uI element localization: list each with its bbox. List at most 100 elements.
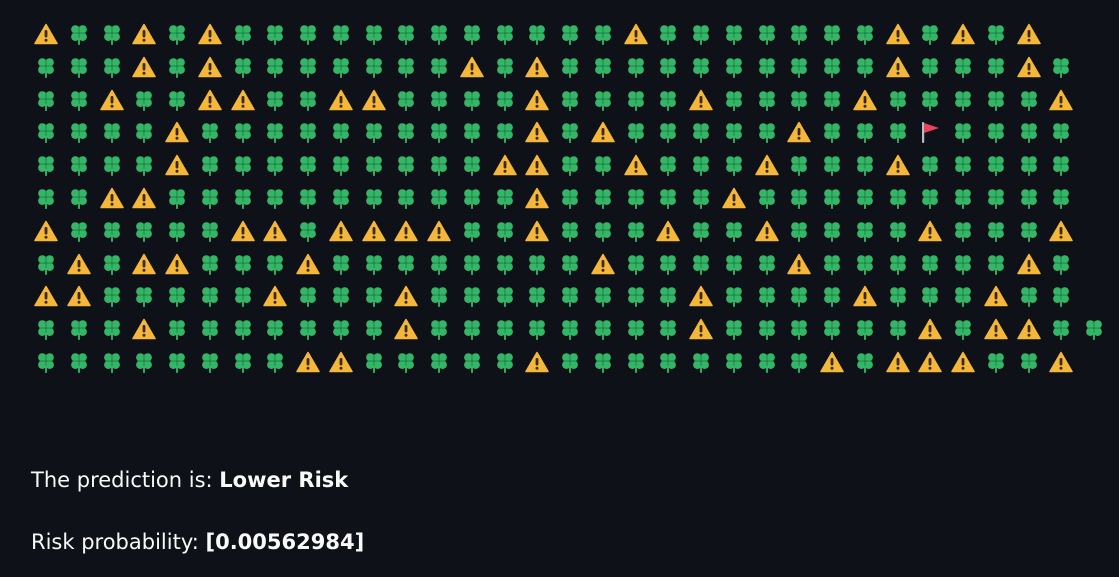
- four-leaf-clover-icon: [819, 85, 845, 115]
- four-leaf-clover-icon: [983, 117, 1009, 147]
- four-leaf-clover-icon: [33, 249, 59, 279]
- warning-icon: [361, 216, 387, 246]
- warning-icon: [1016, 52, 1042, 82]
- warning-icon: [393, 281, 419, 311]
- warning-icon: [983, 314, 1009, 344]
- four-leaf-clover-icon: [230, 183, 256, 213]
- four-leaf-clover-icon: [66, 117, 92, 147]
- four-leaf-clover-icon: [492, 19, 518, 49]
- four-leaf-clover-icon: [1016, 85, 1042, 115]
- warning-icon: [1048, 216, 1074, 246]
- four-leaf-clover-icon: [262, 183, 288, 213]
- icon-row: [33, 347, 1093, 380]
- four-leaf-clover-icon: [426, 183, 452, 213]
- warning-icon: [852, 281, 878, 311]
- four-leaf-clover-icon: [557, 183, 583, 213]
- warning-icon: [885, 19, 911, 49]
- warning-icon: [885, 347, 911, 377]
- four-leaf-clover-icon: [721, 117, 747, 147]
- four-leaf-clover-icon: [786, 183, 812, 213]
- four-leaf-clover-icon: [688, 52, 714, 82]
- warning-icon: [917, 314, 943, 344]
- warning-icon: [786, 249, 812, 279]
- four-leaf-clover-icon: [623, 347, 649, 377]
- warning-icon: [33, 281, 59, 311]
- four-leaf-clover-icon: [688, 19, 714, 49]
- four-leaf-clover-icon: [917, 183, 943, 213]
- four-leaf-clover-icon: [557, 216, 583, 246]
- four-leaf-clover-icon: [655, 314, 681, 344]
- four-leaf-clover-icon: [164, 347, 190, 377]
- four-leaf-clover-icon: [66, 183, 92, 213]
- four-leaf-clover-icon: [99, 117, 125, 147]
- warning-icon: [131, 314, 157, 344]
- four-leaf-clover-icon: [426, 150, 452, 180]
- four-leaf-clover-icon: [852, 183, 878, 213]
- red-flag-icon: [917, 117, 943, 147]
- warning-icon: [131, 183, 157, 213]
- four-leaf-clover-icon: [557, 52, 583, 82]
- four-leaf-clover-icon: [786, 314, 812, 344]
- warning-icon: [197, 52, 223, 82]
- four-leaf-clover-icon: [557, 150, 583, 180]
- warning-icon: [950, 347, 976, 377]
- four-leaf-clover-icon: [557, 347, 583, 377]
- four-leaf-clover-icon: [393, 52, 419, 82]
- four-leaf-clover-icon: [819, 52, 845, 82]
- warning-icon: [262, 281, 288, 311]
- four-leaf-clover-icon: [361, 347, 387, 377]
- four-leaf-clover-icon: [164, 19, 190, 49]
- four-leaf-clover-icon: [819, 183, 845, 213]
- four-leaf-clover-icon: [819, 150, 845, 180]
- four-leaf-clover-icon: [754, 52, 780, 82]
- four-leaf-clover-icon: [852, 347, 878, 377]
- four-leaf-clover-icon: [1048, 52, 1074, 82]
- four-leaf-clover-icon: [852, 52, 878, 82]
- four-leaf-clover-icon: [459, 314, 485, 344]
- warning-icon: [164, 117, 190, 147]
- warning-icon: [524, 183, 550, 213]
- four-leaf-clover-icon: [426, 85, 452, 115]
- warning-icon: [623, 19, 649, 49]
- four-leaf-clover-icon: [164, 183, 190, 213]
- four-leaf-clover-icon: [426, 19, 452, 49]
- warning-icon: [1016, 19, 1042, 49]
- four-leaf-clover-icon: [328, 183, 354, 213]
- four-leaf-clover-icon: [983, 249, 1009, 279]
- four-leaf-clover-icon: [917, 249, 943, 279]
- four-leaf-clover-icon: [459, 117, 485, 147]
- four-leaf-clover-icon: [426, 117, 452, 147]
- four-leaf-clover-icon: [66, 85, 92, 115]
- icon-row: [33, 249, 1093, 282]
- warning-icon: [524, 52, 550, 82]
- four-leaf-clover-icon: [1048, 314, 1074, 344]
- four-leaf-clover-icon: [688, 183, 714, 213]
- warning-icon: [328, 216, 354, 246]
- probability-label: Risk probability:: [31, 530, 206, 554]
- four-leaf-clover-icon: [1016, 347, 1042, 377]
- four-leaf-clover-icon: [459, 216, 485, 246]
- four-leaf-clover-icon: [590, 85, 616, 115]
- prediction-label: The prediction is:: [31, 468, 220, 492]
- four-leaf-clover-icon: [164, 85, 190, 115]
- four-leaf-clover-icon: [623, 52, 649, 82]
- four-leaf-clover-icon: [459, 281, 485, 311]
- four-leaf-clover-icon: [66, 19, 92, 49]
- four-leaf-clover-icon: [197, 249, 223, 279]
- four-leaf-clover-icon: [885, 249, 911, 279]
- four-leaf-clover-icon: [688, 249, 714, 279]
- four-leaf-clover-icon: [721, 85, 747, 115]
- four-leaf-clover-icon: [262, 314, 288, 344]
- four-leaf-clover-icon: [230, 281, 256, 311]
- four-leaf-clover-icon: [459, 85, 485, 115]
- four-leaf-clover-icon: [590, 150, 616, 180]
- four-leaf-clover-icon: [295, 314, 321, 344]
- four-leaf-clover-icon: [623, 314, 649, 344]
- four-leaf-clover-icon: [983, 183, 1009, 213]
- warning-icon: [524, 150, 550, 180]
- four-leaf-clover-icon: [131, 216, 157, 246]
- four-leaf-clover-icon: [262, 52, 288, 82]
- four-leaf-clover-icon: [852, 117, 878, 147]
- warning-icon: [99, 85, 125, 115]
- four-leaf-clover-icon: [590, 314, 616, 344]
